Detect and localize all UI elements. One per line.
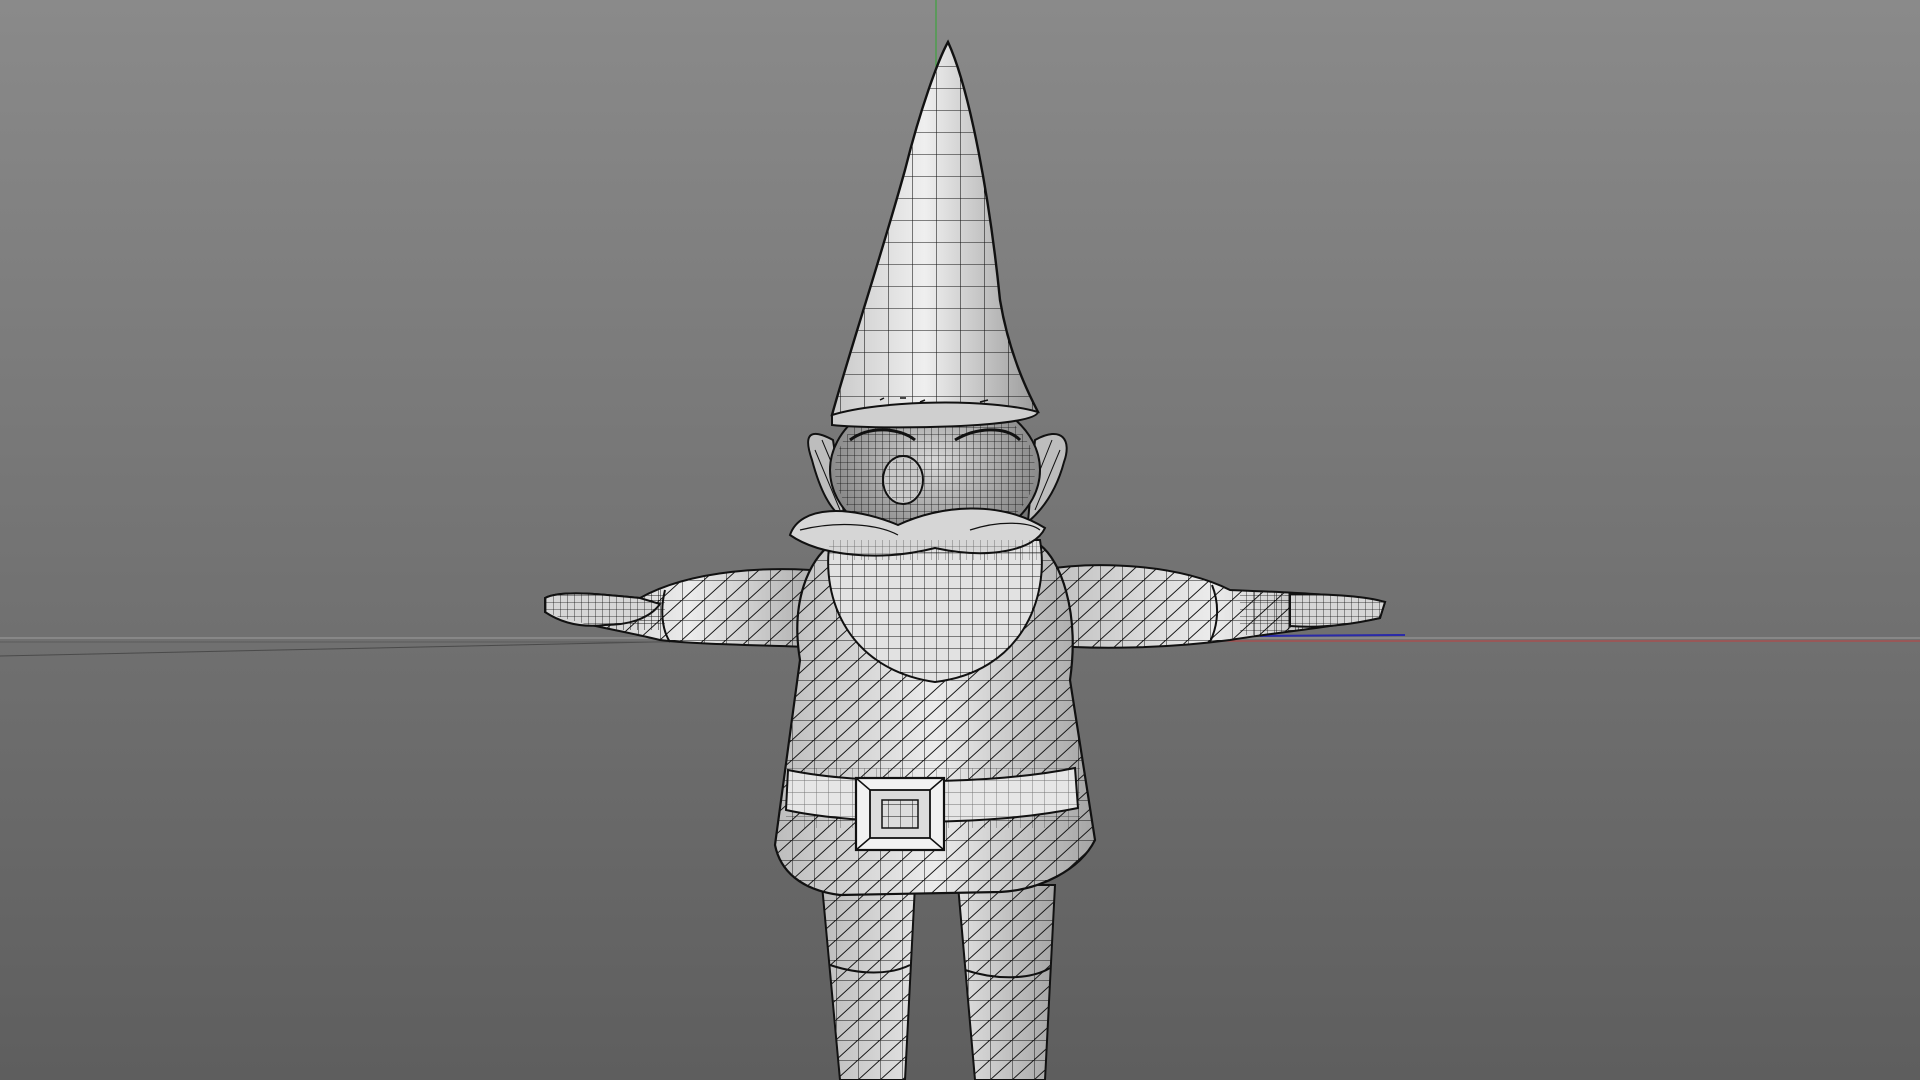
mesh-belt-buckle [854,776,946,852]
3d-viewport[interactable] [0,0,1920,1080]
viewport-canvas[interactable] [0,0,1920,1080]
axis-z-line [1259,634,1406,637]
